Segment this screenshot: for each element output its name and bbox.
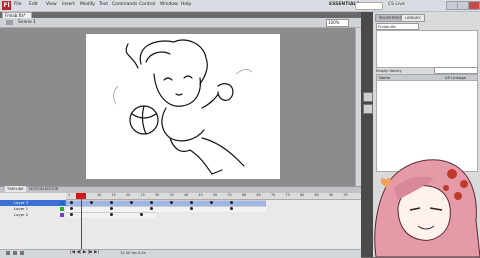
keyframe[interactable] — [70, 201, 73, 204]
ruler-tick-label: 25 — [140, 193, 145, 197]
ruler-tick-label: 55 — [227, 193, 232, 197]
new-folder-icon[interactable] — [13, 251, 17, 255]
align-icon[interactable] — [363, 104, 373, 114]
keyframe[interactable] — [210, 201, 213, 204]
ruler-tick-label: 60 — [242, 193, 247, 197]
help-search-input[interactable] — [355, 2, 383, 10]
scene-breadcrumb[interactable]: Scene 1 — [18, 20, 36, 25]
playhead-handle[interactable] — [76, 193, 86, 199]
ruler-tick-label: 35 — [169, 193, 174, 197]
new-layer-icon[interactable] — [6, 251, 10, 255]
cs-live-button[interactable]: CS Live — [388, 2, 405, 7]
ruler-tick-label: 90 — [329, 193, 334, 197]
keyframe[interactable] — [150, 207, 153, 210]
library-file-select[interactable]: Fmlab.fla — [376, 23, 419, 30]
ruler-tick-label: 85 — [314, 193, 319, 197]
ruler-tick-label: 70 — [271, 193, 276, 197]
keyframe[interactable] — [190, 207, 193, 210]
ruler-tick-label: 20 — [126, 193, 131, 197]
ruler-tick-label: 65 — [256, 193, 261, 197]
menu-commands[interactable]: Commands — [112, 2, 137, 7]
ruler-tick-label: 30 — [155, 193, 160, 197]
zoom-select[interactable]: 100% — [326, 19, 349, 27]
menu-modify[interactable]: Modify — [80, 2, 95, 7]
library-search-input[interactable] — [434, 67, 478, 74]
menu-edit[interactable]: Edit — [29, 2, 38, 7]
frame-rate-info: 12.00 fps 0.0s — [120, 251, 146, 255]
library-preview — [376, 30, 478, 68]
keyframe[interactable] — [230, 207, 233, 210]
character-sketch — [113, 39, 253, 175]
tab-motion-editor[interactable]: MOTION EDITOR — [27, 186, 60, 192]
delete-layer-icon[interactable] — [20, 251, 24, 255]
playhead[interactable] — [81, 193, 82, 249]
layer-name: Layer 2 — [14, 212, 29, 217]
menu-insert[interactable]: Insert — [62, 2, 75, 7]
ruler-tick-label: 10 — [97, 193, 102, 197]
anime-girl-avatar — [374, 159, 480, 257]
tab-library[interactable]: LIBRARY — [401, 14, 425, 22]
keyframe[interactable] — [70, 207, 73, 210]
menu-control[interactable]: Control — [139, 2, 155, 7]
keyframe[interactable] — [110, 207, 113, 210]
ruler-tick-label: 45 — [198, 193, 203, 197]
library-item-count: Empty library — [376, 68, 402, 73]
keyframe[interactable] — [70, 213, 73, 216]
ruler-tick-label: 80 — [300, 193, 305, 197]
layer-row-layer-2[interactable]: Layer 2 — [0, 212, 66, 218]
keyframe[interactable] — [130, 201, 133, 204]
playback-controls[interactable]: |◀ ◀| ▶ |▶ ▶| — [70, 250, 99, 255]
keyframe[interactable] — [230, 201, 233, 204]
keyframe[interactable] — [110, 201, 113, 204]
keyframe[interactable] — [150, 201, 153, 204]
menu-text[interactable]: Text — [99, 2, 108, 7]
layer-color-icon[interactable] — [60, 213, 64, 217]
close-icon[interactable] — [468, 1, 480, 10]
swatches-icon[interactable] — [363, 92, 373, 102]
ruler-tick-label: 40 — [184, 193, 189, 197]
ruler-tick-label: 95 — [343, 193, 348, 197]
ruler-tick-label: 50 — [213, 193, 218, 197]
back-arrow-icon[interactable] — [6, 20, 13, 25]
layer-color-icon[interactable] — [60, 201, 64, 205]
keyframe[interactable] — [190, 201, 193, 204]
edit-bar — [0, 18, 361, 28]
layer-color-icon[interactable] — [60, 207, 64, 211]
ruler-tick-label: 75 — [285, 193, 290, 197]
keyframe[interactable] — [170, 201, 173, 204]
menu-window[interactable]: Window — [160, 2, 178, 7]
keyframe[interactable] — [140, 213, 143, 216]
keyframe[interactable] — [110, 213, 113, 216]
menu-file[interactable]: File — [14, 2, 22, 7]
keyframe[interactable] — [90, 201, 93, 204]
ruler-tick-label: 15 — [111, 193, 116, 197]
flash-logo: Fl — [2, 1, 11, 10]
menu-view[interactable]: View — [46, 2, 57, 7]
menu-help[interactable]: Help — [181, 2, 191, 7]
tab-timeline[interactable]: TIMELINE — [5, 186, 26, 192]
ruler-tick-label: 1 — [68, 193, 71, 197]
